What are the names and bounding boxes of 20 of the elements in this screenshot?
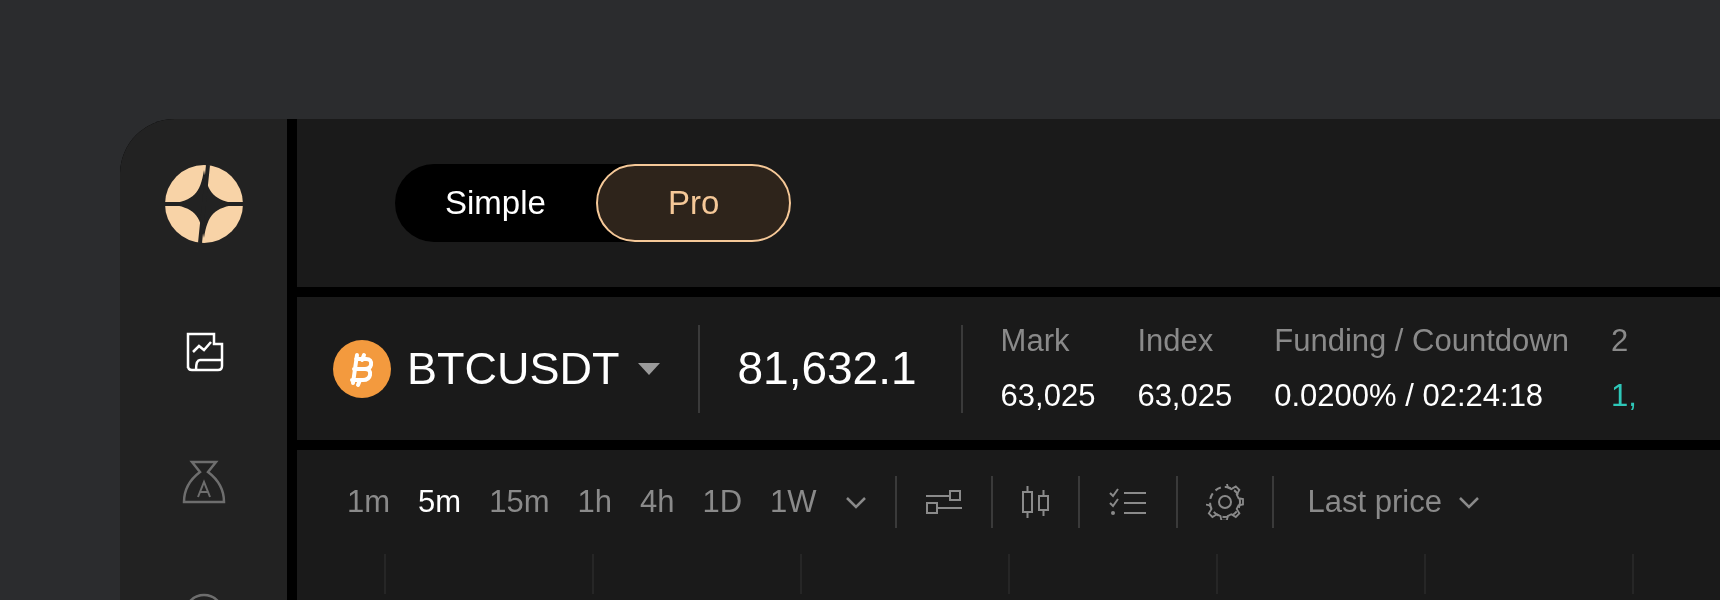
interval-tab[interactable]: 1D (688, 478, 757, 526)
mode-tab[interactable]: Simple (395, 164, 596, 242)
interval-tab[interactable]: 5m (404, 478, 476, 526)
last-price: 81,632.1 (737, 341, 917, 396)
price-type-dropdown[interactable]: Last price (1301, 478, 1486, 526)
stat-label: Mark (1000, 322, 1071, 360)
interval-tab[interactable]: 1W (756, 478, 831, 526)
stat-label: Index (1137, 322, 1215, 360)
interval-tab[interactable]: 1h (563, 478, 626, 526)
stat-value: 1, (1610, 376, 1637, 415)
interval-tab[interactable]: 15m (475, 478, 564, 526)
stat-value: 63,025 (1137, 376, 1233, 415)
stat-label: Funding / Countdown (1274, 322, 1569, 360)
interval-tab[interactable]: 4h (625, 478, 689, 526)
symbol-label[interactable]: BTCUSDT (407, 334, 620, 403)
mode-tab[interactable]: Pro (595, 164, 792, 242)
stat-label: 2 (1610, 322, 1630, 360)
interval-tab[interactable]: 1m (333, 478, 405, 526)
stat-value: 0.0200% / 02:24:18 (1274, 376, 1545, 415)
stat-value: 63,025 (1000, 376, 1096, 415)
